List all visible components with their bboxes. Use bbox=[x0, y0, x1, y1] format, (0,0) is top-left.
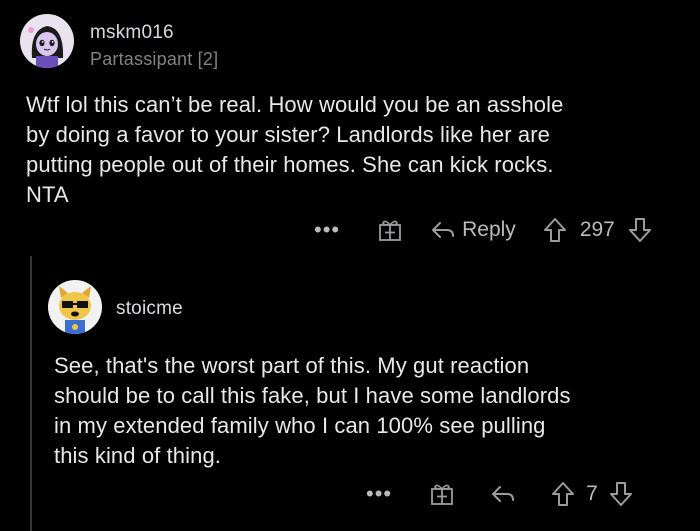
comment-line: putting people out of their homes. She c… bbox=[26, 152, 554, 177]
avatar-dog-sunglasses-icon bbox=[59, 286, 91, 334]
avatar[interactable] bbox=[20, 14, 74, 68]
reply-button[interactable] bbox=[490, 483, 516, 505]
comment-line: Wtf lol this can’t be real. How would yo… bbox=[26, 92, 564, 117]
user-flair: Partassipant [2] bbox=[90, 49, 219, 69]
downvote-arrow-icon bbox=[628, 218, 651, 242]
comment-stoicme: stoicme See, that's the worst part of th… bbox=[0, 256, 700, 531]
reply-arrow-icon bbox=[492, 486, 515, 502]
avatar[interactable] bbox=[48, 280, 102, 334]
award-button[interactable] bbox=[428, 480, 456, 508]
reply-arrow-icon bbox=[432, 222, 455, 238]
upvote-button[interactable] bbox=[542, 216, 568, 244]
upvote-arrow-icon bbox=[543, 218, 566, 242]
gift-award-icon bbox=[379, 220, 402, 241]
vote-score: 7 bbox=[586, 482, 598, 505]
downvote-arrow-icon bbox=[609, 482, 632, 506]
avatar-girl-icon bbox=[28, 26, 64, 68]
more-options-button[interactable]: ••• bbox=[366, 481, 392, 507]
comment-line: should be to call this fake, but I have … bbox=[54, 383, 571, 408]
gift-award-icon bbox=[431, 484, 454, 505]
award-button[interactable] bbox=[376, 216, 404, 244]
more-options-button[interactable]: ••• bbox=[314, 217, 340, 243]
comment-line: by doing a favor to your sister? Landlor… bbox=[26, 122, 551, 147]
comment-actions: ••• 7 bbox=[366, 480, 634, 508]
comment-body: See, that's the worst part of this. My g… bbox=[54, 351, 571, 471]
reply-label: Reply bbox=[462, 218, 516, 241]
comment-line: See, that's the worst part of this. My g… bbox=[54, 353, 530, 378]
comment-line: this kind of thing. bbox=[54, 443, 221, 468]
upvote-arrow-icon bbox=[552, 482, 575, 506]
vote-score: 297 bbox=[579, 218, 615, 241]
downvote-button[interactable] bbox=[627, 216, 653, 244]
reply-button[interactable]: Reply bbox=[430, 218, 516, 242]
downvote-button[interactable] bbox=[608, 480, 634, 508]
comment-line: in my extended family who I can 100% see… bbox=[54, 413, 546, 438]
username[interactable]: stoicme bbox=[116, 298, 183, 320]
comment-actions: ••• Reply 297 bbox=[314, 216, 653, 244]
comment-body: Wtf lol this can’t be real. How would yo… bbox=[26, 90, 563, 210]
comment-line: NTA bbox=[26, 182, 69, 207]
upvote-button[interactable] bbox=[550, 480, 576, 508]
comment-mskm016: mskm016 Partassipant [2] Wtf lol this ca… bbox=[0, 0, 700, 256]
username[interactable]: mskm016 bbox=[90, 22, 174, 44]
